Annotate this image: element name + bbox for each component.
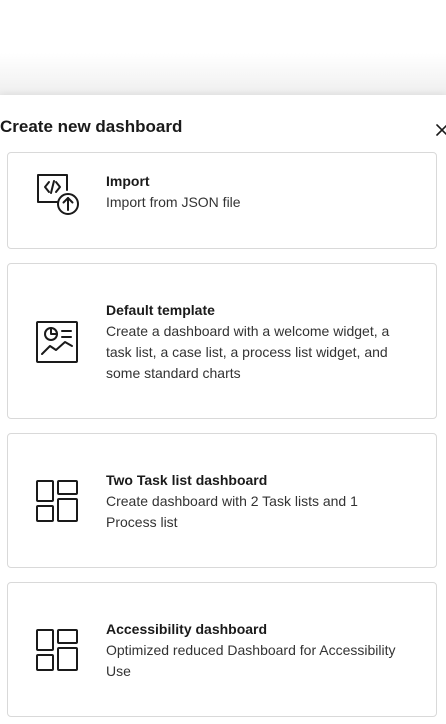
option-accessibility-dashboard[interactable]: Accessibility dashboard Optimized reduce… — [7, 582, 437, 717]
option-two-task-list-dashboard[interactable]: Two Task list dashboard Create dashboard… — [7, 433, 437, 568]
option-title: Two Task list dashboard — [106, 472, 268, 488]
dashboard-layout-icon — [35, 479, 79, 523]
option-import[interactable]: Import Import from JSON file — [7, 152, 437, 249]
option-title: Import — [106, 173, 150, 189]
dialog-title: Create new dashboard — [0, 117, 183, 136]
option-description: Optimized reduced Dashboard for Accessib… — [106, 642, 396, 679]
create-dashboard-dialog: Create new dashboard Import Import from … — [0, 95, 446, 724]
page: Create new dashboard Import Import from … — [0, 0, 446, 724]
backdrop — [0, 0, 446, 96]
option-description: Import from JSON file — [106, 194, 241, 210]
option-default-template[interactable]: Default template Create a dashboard with… — [7, 263, 437, 419]
dialog-header: Create new dashboard — [0, 95, 446, 155]
option-description: Create dashboard with 2 Task lists and 1… — [106, 493, 358, 530]
option-description: Create a dashboard with a welcome widget… — [106, 323, 390, 381]
dashboard-layout-icon — [35, 628, 79, 672]
import-json-icon — [35, 172, 79, 216]
chart-template-icon — [35, 320, 79, 364]
option-title: Default template — [106, 302, 215, 318]
close-icon — [436, 124, 446, 136]
close-button[interactable] — [436, 121, 446, 139]
option-title: Accessibility dashboard — [106, 621, 268, 637]
